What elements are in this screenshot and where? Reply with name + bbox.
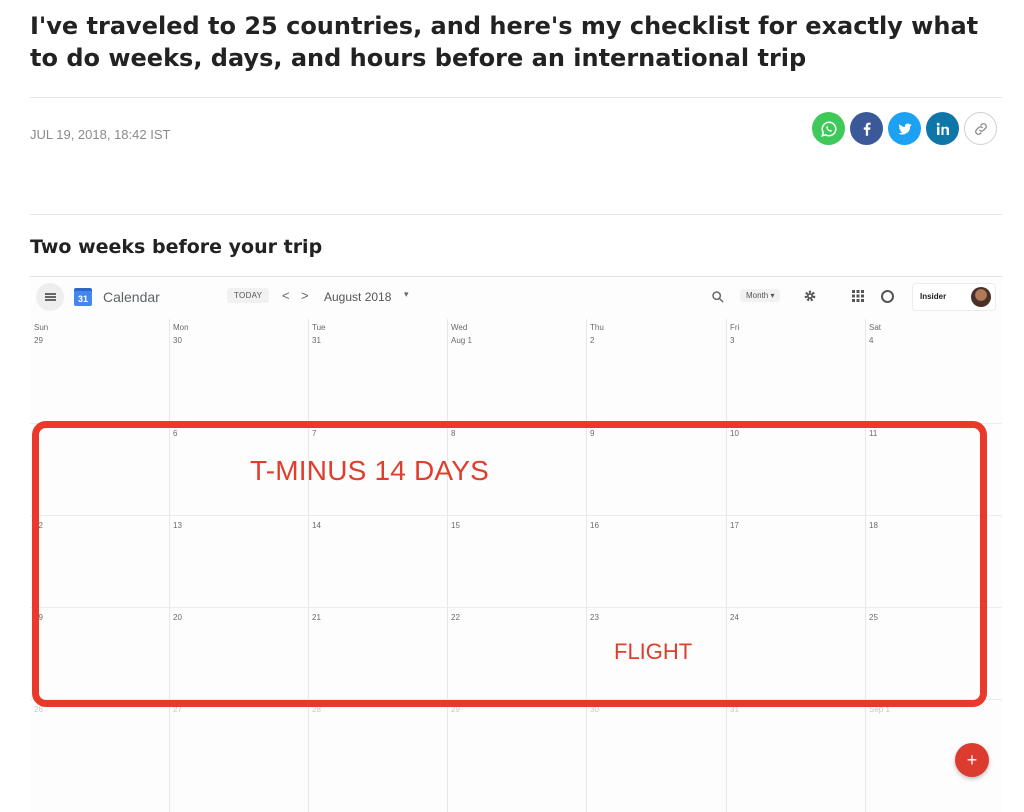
publish-date: JUL 19, 2018, 18:42 IST: [30, 127, 171, 142]
day-cell-label[interactable]: 3: [730, 336, 734, 345]
create-event-button[interactable]: +: [955, 743, 989, 777]
weekday-header: Thu: [590, 323, 604, 332]
chevron-left-icon[interactable]: <: [282, 288, 290, 303]
account-switcher[interactable]: Insider: [912, 283, 996, 311]
hamburger-menu-button[interactable]: [36, 283, 64, 311]
account-name: Insider: [920, 292, 947, 301]
weekday-header: Tue: [312, 323, 326, 332]
day-cell-label[interactable]: 29: [34, 336, 43, 345]
article-headline: I've traveled to 25 countries, and here'…: [30, 12, 979, 72]
day-cell-label[interactable]: 2: [590, 336, 594, 345]
whatsapp-icon: [820, 120, 836, 137]
day-cell-label[interactable]: 30: [173, 336, 182, 345]
linkedin-share-button[interactable]: [926, 112, 959, 145]
view-selector[interactable]: Month ▾: [740, 289, 781, 302]
search-icon[interactable]: [710, 289, 726, 305]
hamburger-icon: [44, 296, 56, 298]
day-cell-label[interactable]: 4: [869, 336, 873, 345]
weekday-header: Mon: [173, 323, 189, 332]
twitter-icon: [897, 123, 912, 134]
facebook-share-button[interactable]: [850, 112, 883, 145]
caret-down-icon[interactable]: ▾: [404, 289, 409, 300]
view-selector-label: Month: [746, 291, 769, 300]
app-title: Calendar: [103, 289, 160, 305]
divider: [30, 214, 1002, 215]
divider: [30, 97, 1002, 98]
share-bar: [812, 112, 997, 145]
section-heading: Two weeks before your trip: [30, 236, 323, 258]
avatar[interactable]: [971, 287, 991, 307]
twitter-share-button[interactable]: [888, 112, 921, 145]
apps-grid-icon[interactable]: [851, 289, 865, 303]
annotation-flight: FLIGHT: [614, 639, 693, 664]
link-icon: [974, 122, 987, 135]
gear-icon[interactable]: [802, 288, 818, 304]
weekday-header: Sat: [869, 323, 882, 332]
weekday-header: Wed: [451, 323, 468, 332]
today-button[interactable]: TODAY: [227, 288, 270, 303]
facebook-icon: [863, 122, 871, 136]
copy-link-button[interactable]: [964, 112, 997, 145]
calendar-logo-icon: 31: [74, 288, 92, 306]
current-month: August 2018: [324, 290, 392, 304]
annotation-highlight-box: [32, 421, 987, 707]
linkedin-icon: [936, 122, 949, 135]
day-cell-label[interactable]: 31: [312, 336, 321, 345]
weekday-header: Fri: [730, 323, 740, 332]
weekday-header: Sun: [34, 323, 49, 332]
account-circle-icon[interactable]: [881, 290, 894, 303]
calendar-screenshot: 31 Calendar TODAY < > August 2018 ▾ Mont…: [30, 276, 1002, 812]
annotation-t-minus: T-MINUS 14 DAYS: [250, 455, 489, 486]
chevron-right-icon[interactable]: >: [301, 288, 309, 303]
calendar-toolbar: 31 Calendar TODAY < > August 2018 ▾ Mont…: [30, 277, 1002, 319]
day-cell-label[interactable]: Aug 1: [451, 336, 472, 345]
whatsapp-share-button[interactable]: [812, 112, 845, 145]
